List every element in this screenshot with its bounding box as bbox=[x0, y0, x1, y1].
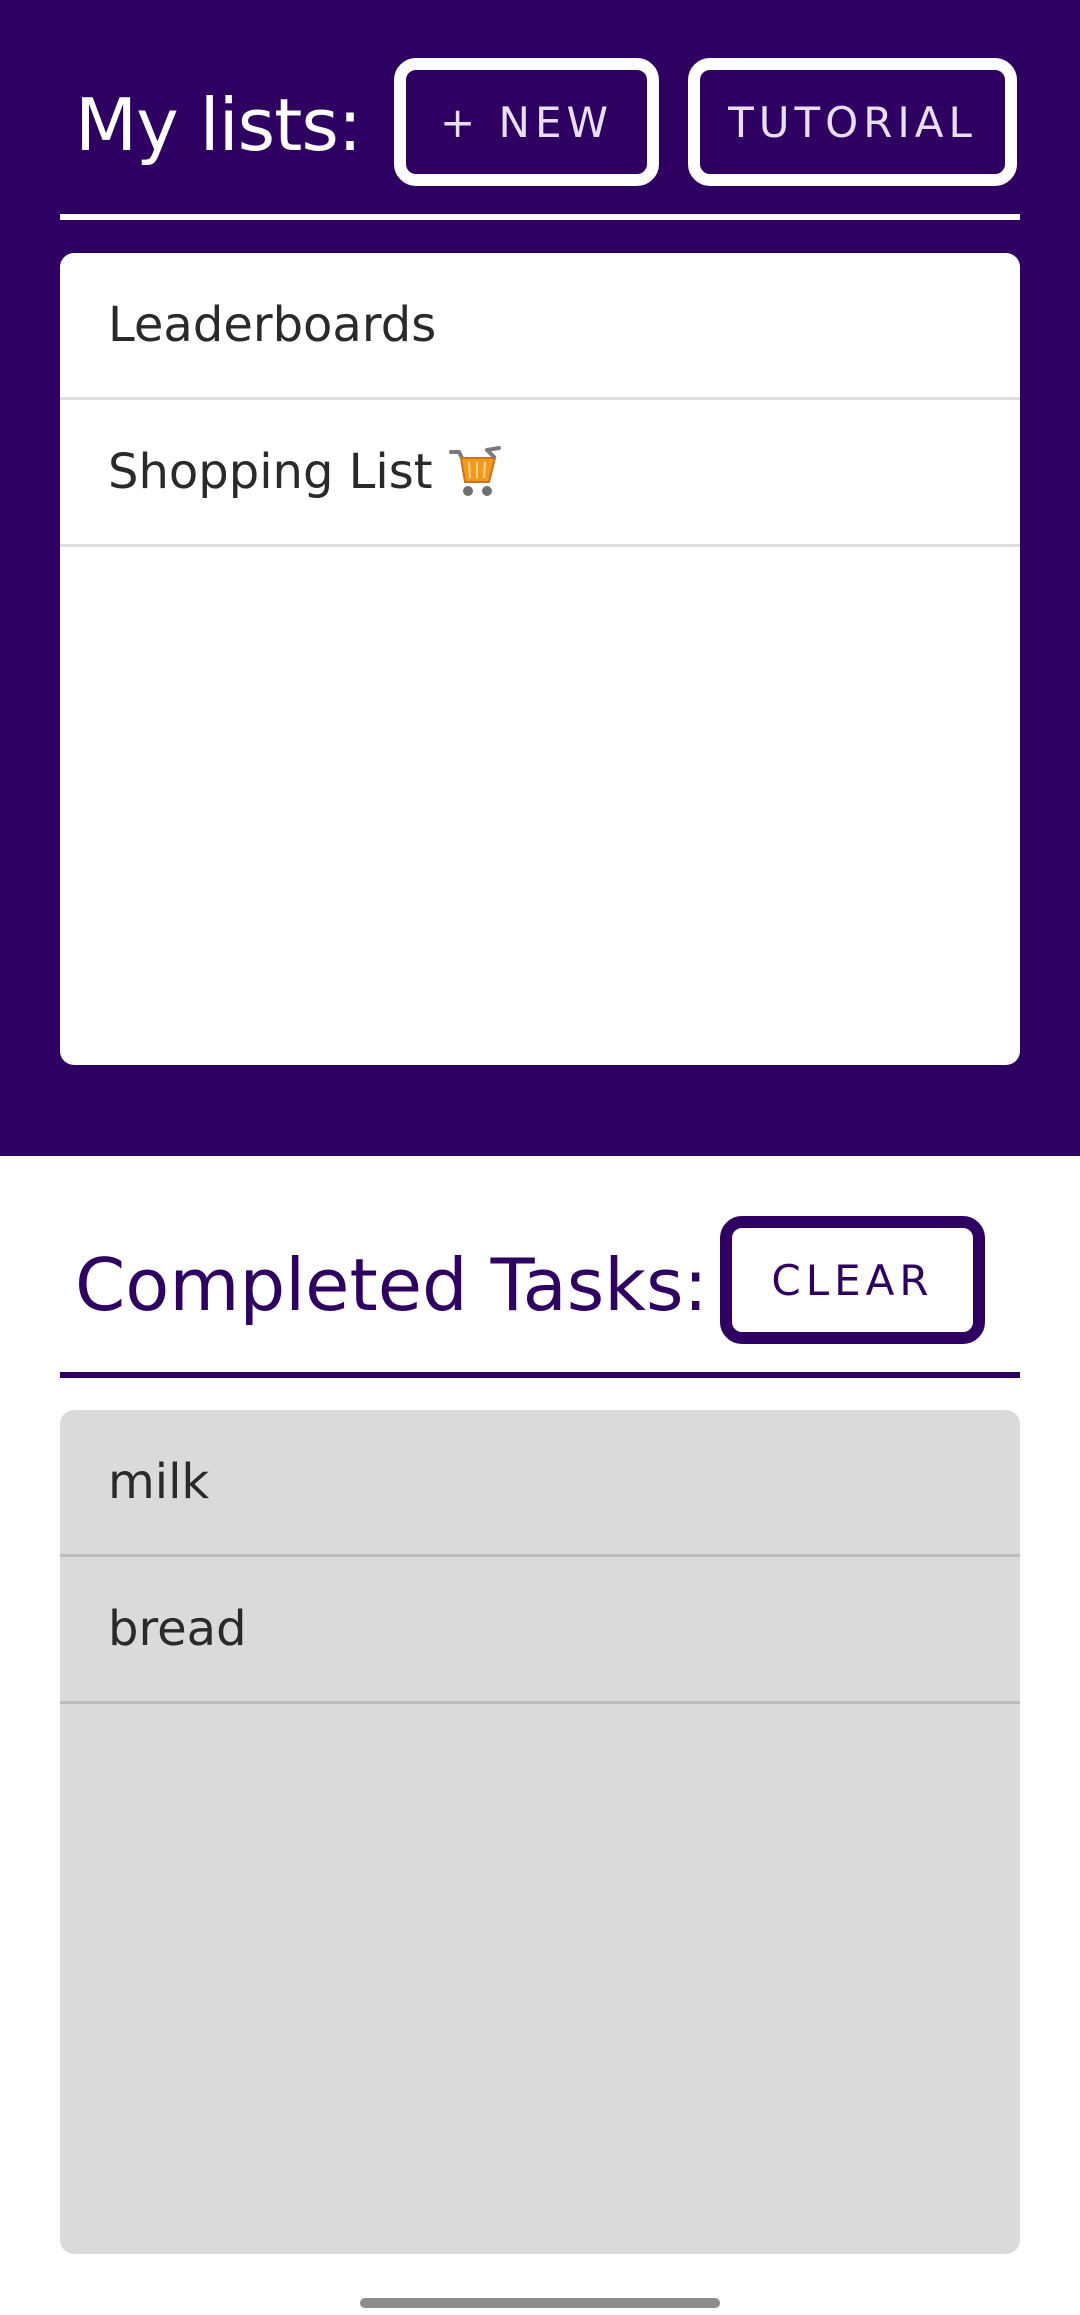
completed-item-label: milk bbox=[108, 1454, 210, 1510]
lists-panel: Leaderboards Shopping List bbox=[60, 253, 1020, 1065]
shopping-cart-icon bbox=[447, 444, 503, 500]
completed-tasks-panel: milk bread bbox=[60, 1410, 1020, 2254]
tutorial-button[interactable]: TUTORIAL bbox=[688, 58, 1017, 186]
list-item-label: Shopping List bbox=[108, 444, 433, 500]
my-lists-header: My lists: + NEW TUTORIAL bbox=[0, 0, 1080, 210]
completed-tasks-title: Completed Tasks: bbox=[75, 1243, 708, 1327]
list-item-shopping-list[interactable]: Shopping List bbox=[60, 400, 1020, 547]
list-item-label: Leaderboards bbox=[108, 297, 437, 353]
completed-item-milk[interactable]: milk bbox=[60, 1410, 1020, 1557]
home-indicator[interactable] bbox=[360, 2298, 720, 2308]
header-divider bbox=[60, 214, 1020, 220]
clear-completed-button[interactable]: CLEAR bbox=[720, 1216, 985, 1344]
completed-item-bread[interactable]: bread bbox=[60, 1557, 1020, 1704]
completed-item-label: bread bbox=[108, 1601, 247, 1657]
list-item-leaderboards[interactable]: Leaderboards bbox=[60, 253, 1020, 400]
my-lists-title: My lists: bbox=[75, 83, 362, 167]
my-lists-section: My lists: + NEW TUTORIAL Leaderboards Sh… bbox=[0, 0, 1080, 1156]
new-list-button[interactable]: + NEW bbox=[394, 58, 659, 186]
completed-divider bbox=[60, 1372, 1020, 1378]
